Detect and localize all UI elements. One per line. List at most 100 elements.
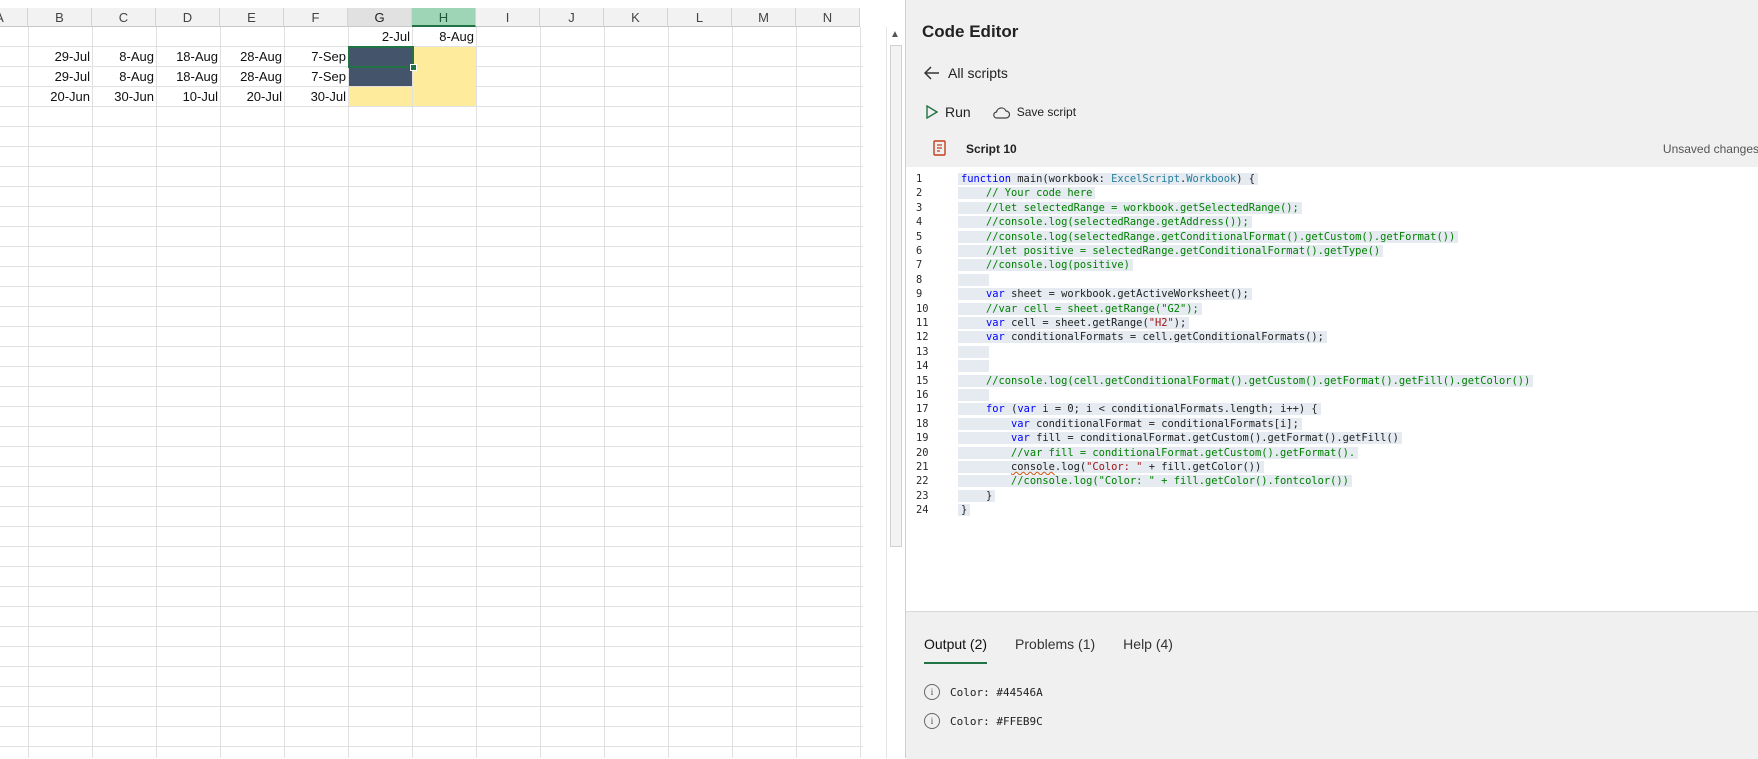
cell-h1[interactable]: 8-Aug xyxy=(412,27,476,47)
pane-title: Code Editor xyxy=(922,22,1019,41)
cell-c2[interactable]: 8-Aug xyxy=(92,47,156,67)
column-header-m[interactable]: M xyxy=(732,8,796,27)
cell-g1[interactable]: 2-Jul xyxy=(348,27,412,47)
column-header-d[interactable]: D xyxy=(156,8,220,27)
output-text: Color: #FFEB9C xyxy=(950,714,1043,728)
code-line[interactable] xyxy=(958,273,990,286)
all-scripts-label: All scripts xyxy=(948,65,1008,81)
line-number: 17 xyxy=(916,403,929,416)
line-number: 16 xyxy=(916,389,929,401)
code-line[interactable]: var conditionalFormat = conditionalForma… xyxy=(958,417,1302,430)
cell-g3-fill xyxy=(349,67,412,86)
line-number: 12 xyxy=(916,331,929,344)
code-line[interactable]: //console.log(cell.getConditionalFormat(… xyxy=(958,374,1534,387)
scroll-up-icon[interactable]: ▲ xyxy=(890,29,900,40)
code-line[interactable]: var cell = sheet.getRange("H2"); xyxy=(958,317,1190,329)
spreadsheet-grid[interactable]: A B C D E F G H I J K L M N 2-Jul 8-Aug … xyxy=(0,0,905,758)
cell-d4[interactable]: 10-Jul xyxy=(156,87,220,107)
code-line[interactable]: } xyxy=(958,489,996,502)
code-line[interactable]: function main(workbook: ExcelScript.Work… xyxy=(958,173,1259,185)
tab-output[interactable]: Output (2) xyxy=(924,636,988,664)
cell-selection[interactable] xyxy=(348,46,414,68)
fill-handle[interactable] xyxy=(410,64,417,71)
code-line[interactable] xyxy=(958,389,990,401)
cell-f2[interactable]: 7-Sep xyxy=(284,47,348,67)
cell-b2[interactable]: 29-Jul xyxy=(28,47,92,67)
line-number: 1 xyxy=(916,173,923,185)
cell-b3[interactable]: 29-Jul xyxy=(28,67,92,87)
column-header-i[interactable]: I xyxy=(476,8,540,27)
cloud-save-icon xyxy=(992,106,1010,119)
save-script-button[interactable]: Save script xyxy=(992,105,1077,119)
code-line[interactable]: var fill = conditionalFormat.getCustom()… xyxy=(958,432,1402,445)
code-line[interactable]: //var fill = conditionalFormat.getCustom… xyxy=(958,446,1359,459)
column-header-h[interactable]: H xyxy=(412,8,476,27)
line-number: 14 xyxy=(916,360,929,373)
column-header-b[interactable]: B xyxy=(28,8,92,27)
run-button[interactable]: Run xyxy=(926,104,971,120)
code-line[interactable]: //let positive = selectedRange.getCondit… xyxy=(958,245,1384,257)
cell-c3[interactable]: 8-Aug xyxy=(92,67,156,87)
column-header-g[interactable]: G xyxy=(348,8,412,27)
code-line[interactable]: var conditionalFormats = cell.getConditi… xyxy=(958,331,1327,344)
column-header-f[interactable]: F xyxy=(284,8,348,27)
line-number: 8 xyxy=(916,273,923,286)
line-number: 20 xyxy=(916,446,929,459)
run-label: Run xyxy=(945,104,971,120)
column-header-l[interactable]: L xyxy=(668,8,732,27)
code-line[interactable]: console.log("Color: " + fill.getColor()) xyxy=(958,461,1265,473)
code-line[interactable]: //console.log(selectedRange.getAddress()… xyxy=(958,216,1252,229)
output-line: i Color: #44546A xyxy=(924,684,1043,700)
line-number: 4 xyxy=(916,216,923,229)
script-icon xyxy=(933,140,946,156)
code-line[interactable]: } xyxy=(958,504,971,517)
tab-problems[interactable]: Problems (1) xyxy=(1015,636,1095,664)
code-line[interactable] xyxy=(958,345,990,358)
cell-h2-fill xyxy=(413,47,476,106)
code-line[interactable]: for (var i = 0; i < conditionalFormats.l… xyxy=(958,403,1321,416)
line-number: 5 xyxy=(916,230,923,243)
cell-e4[interactable]: 20-Jul xyxy=(220,87,284,107)
save-script-label: Save script xyxy=(1016,105,1077,119)
code-line[interactable]: //console.log(selectedRange.getCondition… xyxy=(958,230,1459,243)
scrollbar-thumb[interactable] xyxy=(890,45,902,547)
cell-f3[interactable]: 7-Sep xyxy=(284,67,348,87)
column-header-j[interactable]: J xyxy=(540,8,604,27)
code-line[interactable]: // Your code here xyxy=(958,187,1096,200)
line-number: 13 xyxy=(916,345,929,358)
script-header: Script 10 Unsaved changes xyxy=(932,140,1758,160)
line-number: 2 xyxy=(916,187,923,200)
column-header-n[interactable]: N xyxy=(796,8,860,27)
column-header-c[interactable]: C xyxy=(92,8,156,27)
all-scripts-link[interactable]: All scripts xyxy=(924,65,1008,81)
cell-f4[interactable]: 30-Jul xyxy=(284,87,348,107)
code-line[interactable]: //console.log("Color: " + fill.getColor(… xyxy=(958,475,1352,488)
cell-b4[interactable]: 20-Jun xyxy=(28,87,92,107)
code-editor-pane: Code Editor All scripts Run Save script … xyxy=(905,0,1758,759)
line-number: 7 xyxy=(916,259,923,272)
vertical-scrollbar[interactable]: ▲ xyxy=(886,27,903,758)
output-text: Color: #44546A xyxy=(950,685,1043,699)
code-line[interactable]: var sheet = workbook.getActiveWorksheet(… xyxy=(958,288,1252,301)
cell-c4[interactable]: 30-Jun xyxy=(92,87,156,107)
cell-e2[interactable]: 28-Aug xyxy=(220,47,284,67)
code-line[interactable]: //let selectedRange = workbook.getSelect… xyxy=(958,201,1302,214)
code-area[interactable]: 1 function main(workbook: ExcelScript.Wor… xyxy=(906,167,1758,611)
play-icon xyxy=(926,105,938,119)
line-number: 3 xyxy=(916,201,923,214)
column-header-k[interactable]: K xyxy=(604,8,668,27)
cell-d2[interactable]: 18-Aug xyxy=(156,47,220,67)
code-line[interactable]: //var cell = sheet.getRange("G2"); xyxy=(958,302,1202,315)
tab-help[interactable]: Help (4) xyxy=(1123,636,1173,664)
output-panel: Output (2) Problems (1) Help (4) i Color… xyxy=(906,611,1758,759)
cell-d3[interactable]: 18-Aug xyxy=(156,67,220,87)
column-header-e[interactable]: E xyxy=(220,8,284,27)
info-icon: i xyxy=(924,713,940,729)
code-line[interactable] xyxy=(958,360,990,373)
arrow-left-icon xyxy=(924,66,939,80)
column-header-a[interactable]: A xyxy=(0,8,28,27)
script-name: Script 10 xyxy=(966,142,1017,156)
code-line[interactable]: //console.log(positive) xyxy=(958,259,1133,272)
info-icon: i xyxy=(924,684,940,700)
cell-e3[interactable]: 28-Aug xyxy=(220,67,284,87)
